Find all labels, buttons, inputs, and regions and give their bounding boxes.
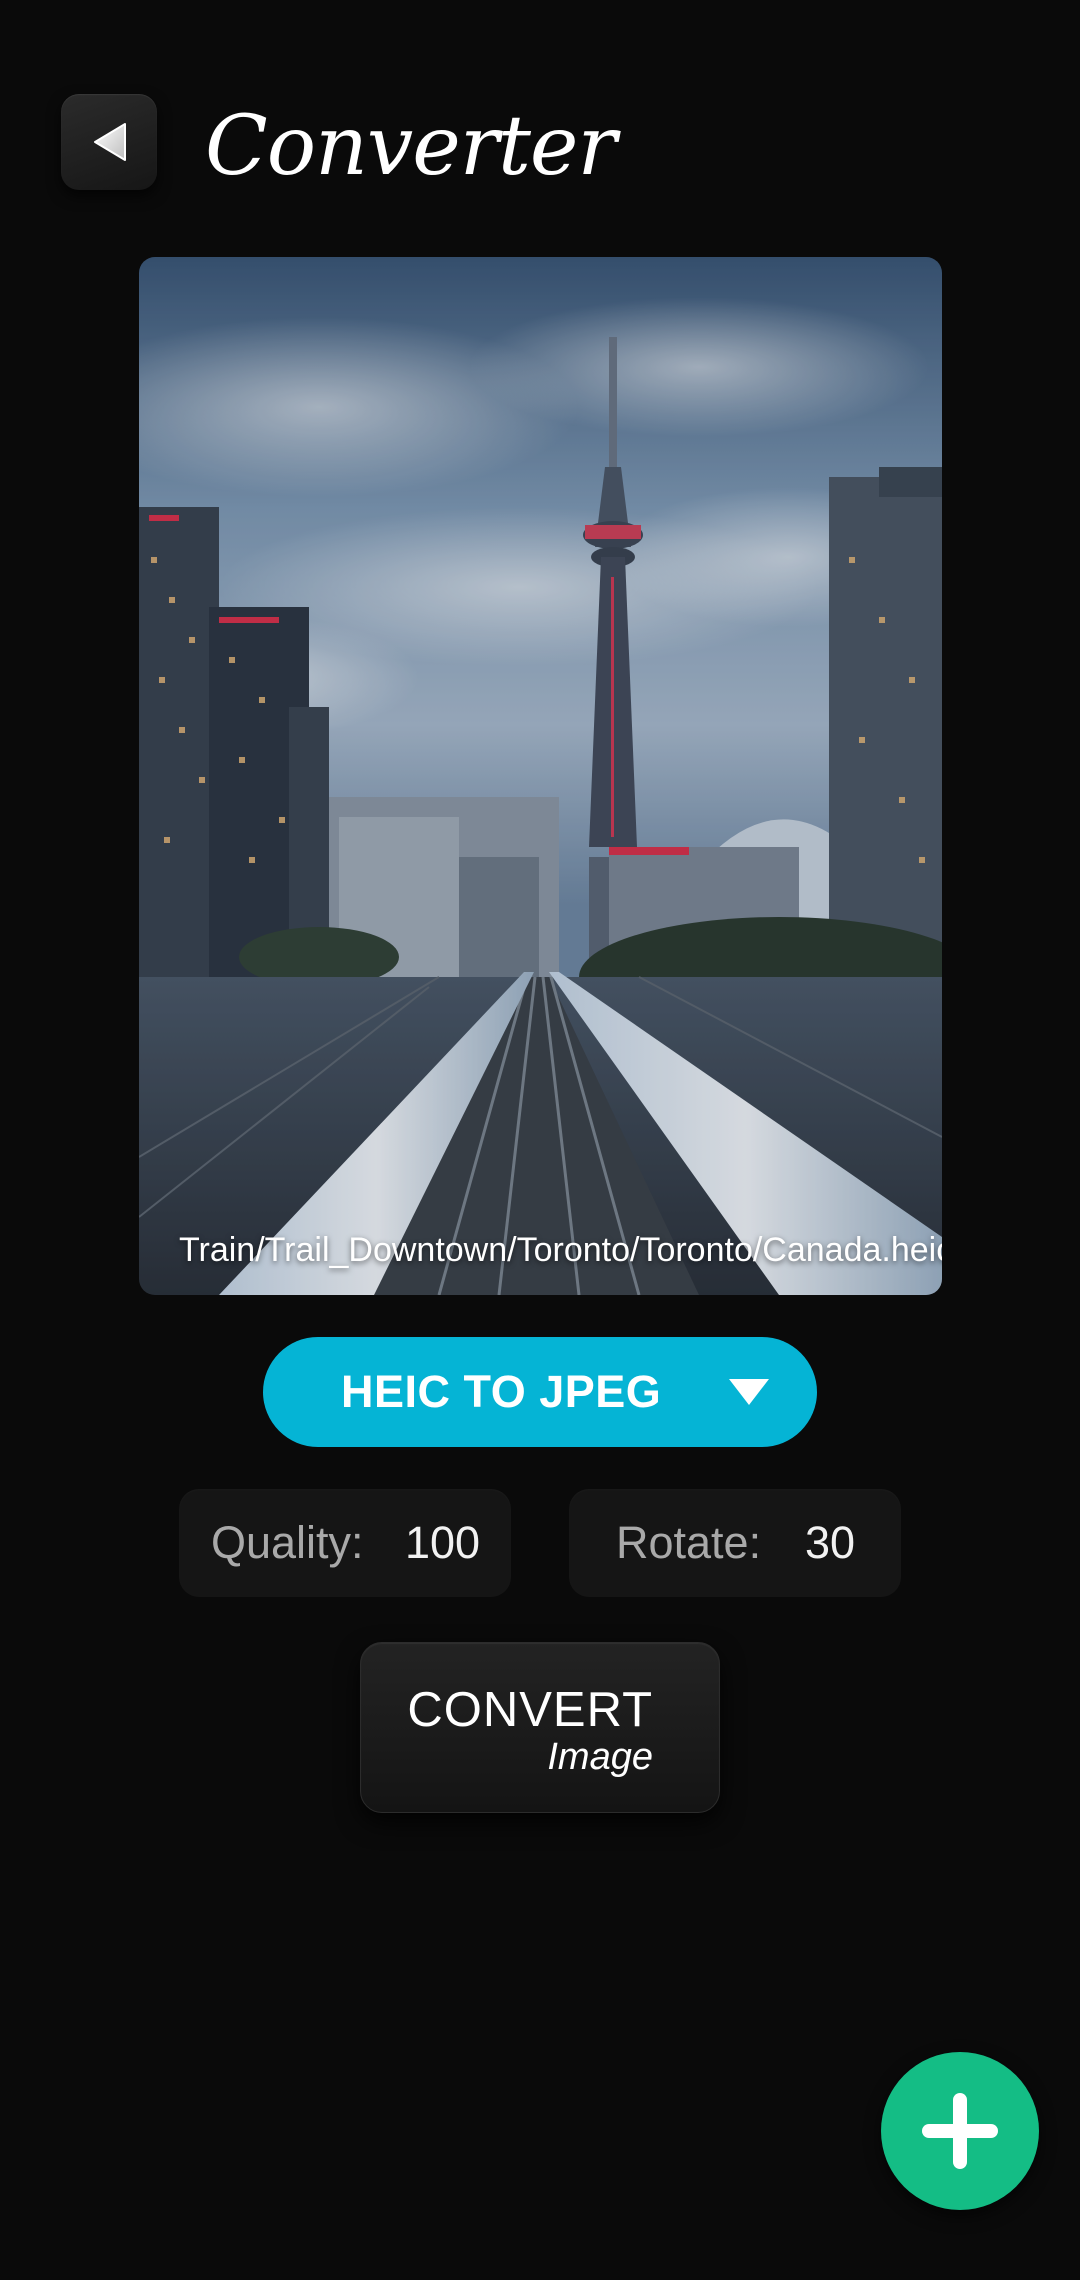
- city-photo: [139, 257, 942, 1295]
- caret-down-icon: [729, 1379, 769, 1405]
- rotate-value[interactable]: 30: [805, 1489, 875, 1597]
- rotate-label: Rotate:: [616, 1517, 762, 1568]
- app-title: Converter: [205, 99, 617, 194]
- convert-label: CONVERT: [407, 1683, 653, 1737]
- back-button[interactable]: [61, 94, 157, 190]
- format-dropdown[interactable]: HEIC TO JPEG: [263, 1337, 817, 1447]
- add-button[interactable]: [881, 2052, 1039, 2210]
- file-path-label: Train/Trail_Downtown/Toronto/Toronto/Can…: [179, 1231, 942, 1269]
- format-value: HEIC TO JPEG: [341, 1366, 662, 1417]
- quality-value[interactable]: 100: [405, 1489, 495, 1597]
- image-preview[interactable]: Train/Trail_Downtown/Toronto/Toronto/Can…: [139, 257, 942, 1295]
- quality-option[interactable]: Quality: 100: [179, 1489, 511, 1597]
- quality-label: Quality:: [211, 1517, 364, 1568]
- back-arrow-icon: [94, 123, 126, 161]
- convert-button[interactable]: CONVERT Image: [360, 1642, 720, 1813]
- convert-sublabel: Image: [547, 1736, 653, 1778]
- converter-screen: Converter Train/Trail_Downtown/Toronto/T…: [0, 0, 1080, 2280]
- rotate-option[interactable]: Rotate: 30: [569, 1489, 901, 1597]
